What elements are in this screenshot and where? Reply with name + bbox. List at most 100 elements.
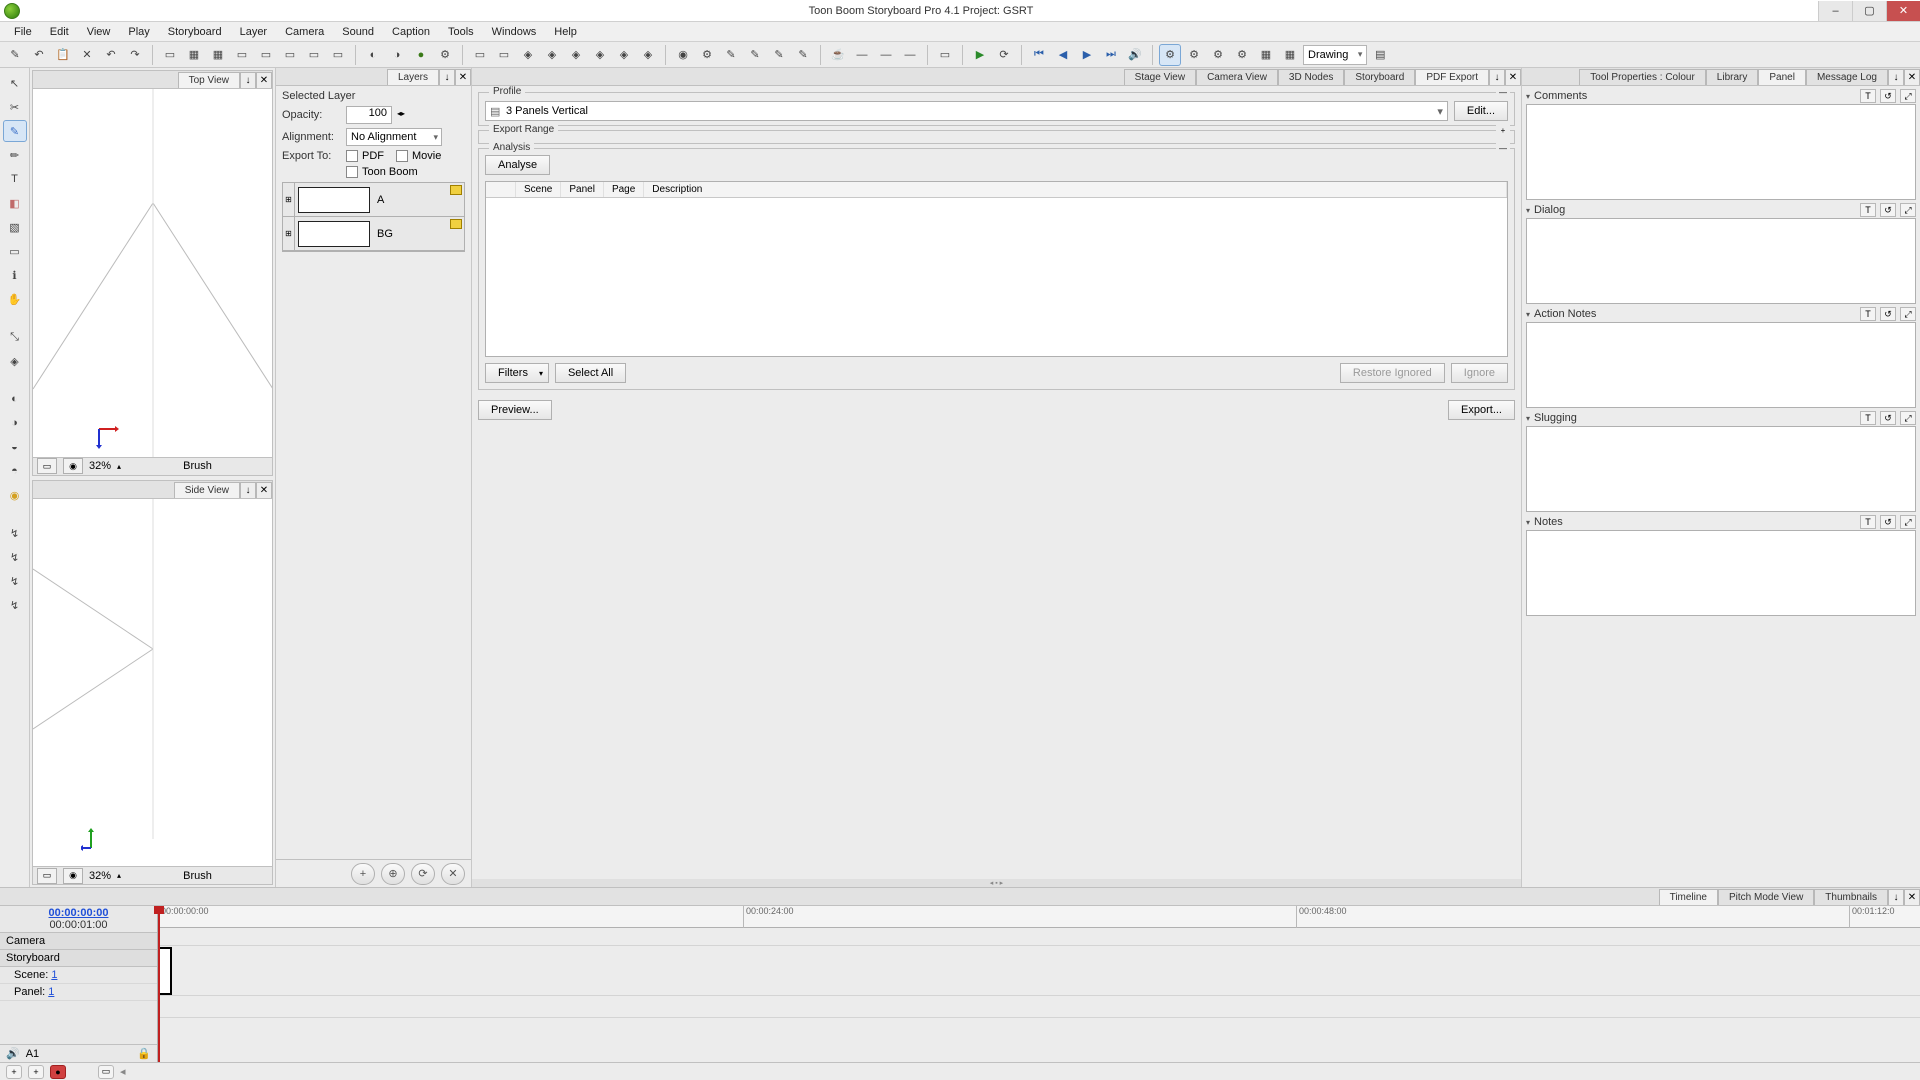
playhead[interactable]: [158, 906, 160, 1062]
pdf-export-tab[interactable]: PDF Export: [1415, 69, 1489, 85]
light-tool-icon[interactable]: ◉: [3, 484, 27, 506]
text-tool-icon[interactable]: T: [1860, 203, 1876, 217]
ignore-button[interactable]: Ignore: [1451, 363, 1508, 383]
pitch-mode-tab[interactable]: Pitch Mode View: [1718, 889, 1814, 905]
tab-close-icon[interactable]: ✕: [256, 72, 272, 88]
tab-menu-icon[interactable]: ↓: [439, 69, 455, 85]
tool-icon[interactable]: ▭: [303, 44, 325, 66]
scene-link[interactable]: 1: [51, 969, 57, 981]
tab-menu-icon[interactable]: ↓: [240, 72, 256, 88]
stage-view-tab[interactable]: Stage View: [1124, 69, 1196, 85]
collapse-icon[interactable]: —: [1496, 142, 1510, 154]
tool-icon[interactable]: ●: [410, 44, 432, 66]
text-tool-icon[interactable]: T: [1860, 307, 1876, 321]
lock-icon[interactable]: 🔒: [137, 1047, 151, 1060]
tool-icon[interactable]: ✎: [768, 44, 790, 66]
layers-tab[interactable]: Layers: [387, 69, 439, 85]
action-notes-textarea[interactable]: [1526, 322, 1916, 408]
layer-flag-icon[interactable]: [450, 219, 462, 229]
slugging-textarea[interactable]: [1526, 426, 1916, 512]
movie-checkbox[interactable]: [396, 150, 408, 162]
undo-icon[interactable]: ↺: [1880, 411, 1896, 425]
tool-icon[interactable]: ↯: [3, 522, 27, 544]
status-icon[interactable]: +: [6, 1065, 22, 1079]
analysis-grid[interactable]: Scene Panel Page Description: [485, 181, 1508, 357]
view-mode-icon[interactable]: ▭: [37, 458, 57, 474]
side-view-tab[interactable]: Side View: [174, 482, 240, 498]
splitter-handle[interactable]: ◂ ▪ ▸: [472, 879, 1521, 887]
layer-row[interactable]: ⊞BG: [283, 217, 464, 251]
pdf-checkbox[interactable]: [346, 150, 358, 162]
minimize-button[interactable]: –: [1818, 1, 1852, 21]
close-button[interactable]: ✕: [1886, 1, 1920, 21]
tool-icon[interactable]: ☕: [827, 44, 849, 66]
edit-profile-button[interactable]: Edit...: [1454, 101, 1508, 121]
first-frame-icon[interactable]: ⏮: [1028, 44, 1050, 66]
3d-nodes-tab[interactable]: 3D Nodes: [1278, 69, 1344, 85]
opacity-input[interactable]: 100◂▸: [346, 106, 392, 124]
menu-windows[interactable]: Windows: [484, 24, 545, 40]
expand-icon[interactable]: ⤢: [1900, 515, 1916, 529]
menu-tools[interactable]: Tools: [440, 24, 482, 40]
menu-sound[interactable]: Sound: [334, 24, 382, 40]
camera-icon[interactable]: ◉: [63, 868, 83, 884]
collapse-icon[interactable]: —: [1496, 86, 1510, 98]
undo-icon[interactable]: ↺: [1880, 307, 1896, 321]
tab-menu-icon[interactable]: ↓: [1489, 69, 1505, 85]
tool-icon[interactable]: ▭: [231, 44, 253, 66]
menu-layer[interactable]: Layer: [232, 24, 276, 40]
tab-menu-icon[interactable]: ↓: [1888, 889, 1904, 905]
alignment-select[interactable]: No Alignment: [346, 128, 442, 146]
tool-icon[interactable]: ↶: [28, 44, 50, 66]
storyboard-tab[interactable]: Storyboard: [1344, 69, 1415, 85]
next-frame-icon[interactable]: ⏭: [1100, 44, 1122, 66]
play-icon[interactable]: ▶: [1076, 44, 1098, 66]
restore-ignored-button[interactable]: Restore Ignored: [1340, 363, 1445, 383]
tool-icon[interactable]: ↶: [100, 44, 122, 66]
expand-icon[interactable]: ⤢: [1900, 89, 1916, 103]
status-icon[interactable]: ●: [50, 1065, 66, 1079]
tool-icon[interactable]: ◐: [362, 44, 384, 66]
analyse-button[interactable]: Analyse: [485, 155, 550, 175]
tool-icon[interactable]: ⤡: [3, 326, 27, 348]
select-tool-icon[interactable]: ↖: [3, 72, 27, 94]
layer-action-icon[interactable]: ⊕: [381, 863, 405, 885]
tool-properties-tab[interactable]: Tool Properties : Colour: [1579, 69, 1706, 85]
preview-button[interactable]: Preview...: [478, 400, 552, 420]
tool-icon[interactable]: ✎: [792, 44, 814, 66]
text-tool-icon[interactable]: T: [1860, 89, 1876, 103]
menu-view[interactable]: View: [79, 24, 119, 40]
maximize-button[interactable]: ▢: [1852, 1, 1886, 21]
camera-icon[interactable]: ◉: [63, 458, 83, 474]
play-icon[interactable]: ▶: [969, 44, 991, 66]
tool-icon[interactable]: ◉: [672, 44, 694, 66]
menu-help[interactable]: Help: [546, 24, 585, 40]
eraser-tool-icon[interactable]: ◧: [3, 192, 27, 214]
prev-frame-icon[interactable]: ◀: [1052, 44, 1074, 66]
tool-icon[interactable]: ◒: [3, 436, 27, 458]
camera-view-tab[interactable]: Camera View: [1196, 69, 1278, 85]
tool-icon[interactable]: —: [875, 44, 897, 66]
tool-icon[interactable]: ⚙: [1159, 44, 1181, 66]
tool-icon[interactable]: —: [851, 44, 873, 66]
tool-icon[interactable]: ⚙: [696, 44, 718, 66]
menu-file[interactable]: File: [6, 24, 40, 40]
select-all-button[interactable]: Select All: [555, 363, 626, 383]
layer-flag-icon[interactable]: [450, 185, 462, 195]
tool-icon[interactable]: ▭: [255, 44, 277, 66]
tool-icon[interactable]: ⚙: [434, 44, 456, 66]
tool-icon[interactable]: ↯: [3, 546, 27, 568]
tool-icon[interactable]: ▦: [1255, 44, 1277, 66]
tool-icon[interactable]: ▦: [207, 44, 229, 66]
notes-textarea[interactable]: [1526, 530, 1916, 616]
brush-tool-icon[interactable]: ✎: [3, 120, 27, 142]
tool-icon[interactable]: ◈: [637, 44, 659, 66]
rect-tool-icon[interactable]: ▭: [3, 240, 27, 262]
mode-dropdown[interactable]: Drawing: [1303, 45, 1367, 65]
layer-row[interactable]: ⊞A: [283, 183, 464, 217]
pencil-tool-icon[interactable]: ✏: [3, 144, 27, 166]
hand-tool-icon[interactable]: ✋: [3, 288, 27, 310]
tab-close-icon[interactable]: ✕: [1904, 889, 1920, 905]
tool-icon[interactable]: ◓: [3, 460, 27, 482]
paint-tool-icon[interactable]: ▧: [3, 216, 27, 238]
